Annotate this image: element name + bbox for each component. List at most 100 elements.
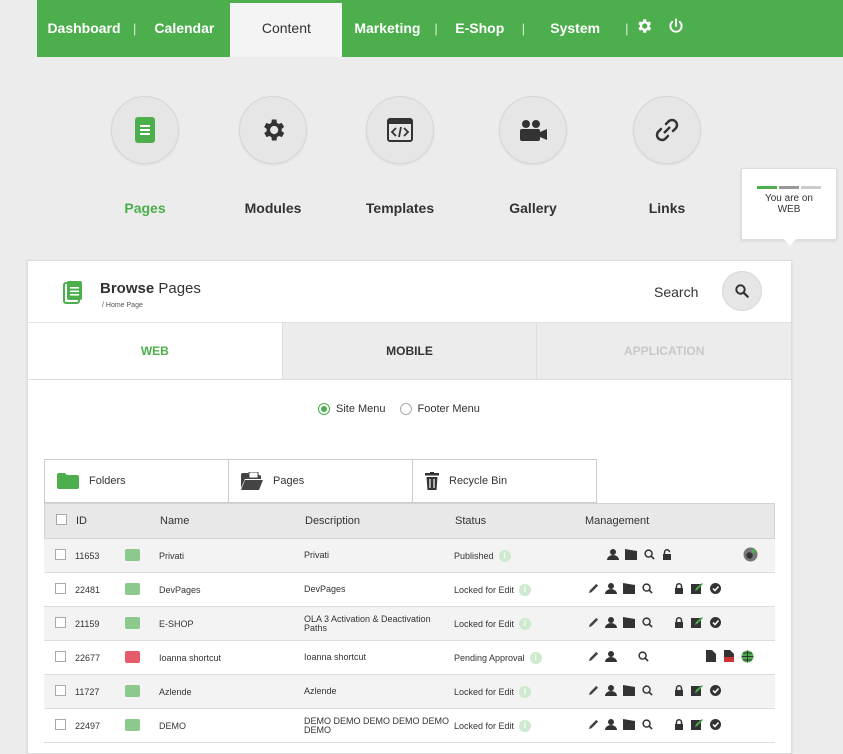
- search-icon[interactable]: [634, 650, 652, 665]
- unlock-icon[interactable]: [658, 548, 676, 563]
- info-icon[interactable]: i: [519, 583, 532, 596]
- user-icon[interactable]: [602, 718, 620, 733]
- tab-pages[interactable]: Pages: [228, 459, 413, 503]
- row-checkbox[interactable]: [55, 651, 69, 664]
- pages-module-circle[interactable]: [111, 96, 179, 164]
- row-checkbox[interactable]: [55, 549, 69, 562]
- row-name[interactable]: Ioanna shortcut: [159, 653, 304, 663]
- top-navigation-bar: Dashboard | Calendar Content Marketing |…: [37, 0, 843, 57]
- search-button[interactable]: [722, 271, 762, 311]
- nav-separator: |: [521, 21, 526, 36]
- modules-module-circle[interactable]: [239, 96, 307, 164]
- links-module-circle[interactable]: [633, 96, 701, 164]
- search-icon[interactable]: [638, 582, 656, 597]
- nav-dashboard[interactable]: Dashboard: [37, 0, 131, 57]
- check-circle-icon[interactable]: [706, 684, 724, 699]
- edit-pencil-icon[interactable]: [584, 583, 602, 597]
- table-row[interactable]: 22481 DevPages DevPages Locked for Edit i: [44, 573, 775, 607]
- lock-icon[interactable]: [670, 718, 688, 733]
- row-name[interactable]: DevPages: [159, 585, 304, 595]
- panel-header: Browse Pages / Home Page Search: [28, 261, 791, 323]
- tab-web[interactable]: WEB: [28, 323, 282, 379]
- search-icon[interactable]: [638, 616, 656, 631]
- info-icon[interactable]: i: [519, 617, 532, 630]
- check-circle-icon[interactable]: [706, 582, 724, 597]
- movie-icon[interactable]: [622, 548, 640, 563]
- edit-pencil-icon[interactable]: [584, 719, 602, 733]
- table-row[interactable]: 11653 Privati Privati Published i: [44, 539, 775, 573]
- edit-pencil-icon[interactable]: [584, 651, 602, 665]
- row-checkbox[interactable]: [55, 583, 69, 596]
- edit-approve-icon[interactable]: [688, 718, 706, 733]
- table-row[interactable]: 11727 Azlende Azlende Locked for Edit i: [44, 675, 775, 709]
- nav-content[interactable]: Content: [230, 0, 343, 57]
- info-icon[interactable]: i: [498, 549, 511, 562]
- check-circle-icon[interactable]: [706, 616, 724, 631]
- tab-folders[interactable]: Folders: [44, 459, 229, 503]
- row-checkbox[interactable]: [55, 685, 69, 698]
- col-status[interactable]: Status: [455, 515, 585, 527]
- movie-icon[interactable]: [620, 616, 638, 631]
- module-modules[interactable]: Modules: [223, 96, 323, 216]
- site-menu-radio[interactable]: Site Menu: [318, 403, 386, 415]
- edit-approve-icon[interactable]: [688, 616, 706, 631]
- movie-icon[interactable]: [620, 718, 638, 733]
- select-all-checkbox[interactable]: [56, 514, 70, 528]
- search-icon[interactable]: [638, 718, 656, 733]
- check-circle-icon[interactable]: [706, 718, 724, 733]
- nav-marketing[interactable]: Marketing: [342, 0, 432, 57]
- status-badge-icon[interactable]: [740, 547, 760, 565]
- user-icon[interactable]: [602, 684, 620, 699]
- search-icon[interactable]: [640, 548, 658, 563]
- module-gallery[interactable]: Gallery: [483, 96, 583, 216]
- tab-mobile[interactable]: MOBILE: [281, 323, 537, 379]
- edit-approve-icon[interactable]: [688, 582, 706, 597]
- globe-icon[interactable]: [738, 650, 756, 666]
- search-icon[interactable]: [638, 684, 656, 699]
- col-description[interactable]: Description: [305, 515, 455, 526]
- info-icon[interactable]: i: [529, 651, 542, 664]
- movie-icon[interactable]: [620, 582, 638, 597]
- edit-pencil-icon[interactable]: [584, 685, 602, 699]
- user-icon[interactable]: [602, 616, 620, 631]
- power-icon[interactable]: [663, 17, 689, 41]
- col-name[interactable]: Name: [160, 515, 305, 527]
- user-icon[interactable]: [604, 548, 622, 563]
- lock-icon[interactable]: [670, 684, 688, 699]
- row-name[interactable]: Azlende: [159, 687, 304, 697]
- row-checkbox[interactable]: [55, 617, 69, 630]
- module-templates[interactable]: Templates: [350, 96, 450, 216]
- lock-icon[interactable]: [670, 616, 688, 631]
- open-folder-icon: [241, 472, 263, 490]
- breadcrumb[interactable]: / Home Page: [102, 302, 143, 309]
- row-name[interactable]: Privati: [159, 551, 304, 561]
- user-icon[interactable]: [602, 650, 620, 665]
- gallery-module-circle[interactable]: [499, 96, 567, 164]
- table-row[interactable]: 22497 DEMO DEMO DEMO DEMO DEMO DEMO DEMO Lo…: [44, 709, 775, 743]
- row-name[interactable]: E-SHOP: [159, 619, 304, 629]
- module-pages[interactable]: Pages: [95, 96, 195, 216]
- nav-system[interactable]: System: [527, 0, 623, 57]
- lock-icon[interactable]: [670, 582, 688, 597]
- row-management-actions: [584, 582, 775, 597]
- settings-gear-icon[interactable]: [631, 17, 657, 41]
- page-red-icon[interactable]: [720, 650, 738, 665]
- col-id[interactable]: ID: [70, 515, 126, 527]
- user-icon[interactable]: [602, 582, 620, 597]
- table-row[interactable]: 22677 Ioanna shortcut Ioanna shortcut Pendi…: [44, 641, 775, 675]
- nav-eshop[interactable]: E-Shop: [440, 0, 520, 57]
- edit-approve-icon[interactable]: [688, 684, 706, 699]
- row-name[interactable]: DEMO: [159, 721, 304, 731]
- row-checkbox[interactable]: [55, 719, 69, 732]
- info-icon[interactable]: i: [519, 719, 532, 732]
- movie-icon[interactable]: [620, 684, 638, 699]
- tab-recycle-bin[interactable]: Recycle Bin: [412, 459, 597, 503]
- page-icon[interactable]: [702, 650, 720, 665]
- nav-calendar[interactable]: Calendar: [138, 0, 230, 57]
- templates-module-circle[interactable]: [366, 96, 434, 164]
- module-links[interactable]: Links: [617, 96, 717, 216]
- info-icon[interactable]: i: [519, 685, 532, 698]
- footer-menu-radio[interactable]: Footer Menu: [399, 403, 480, 415]
- table-row[interactable]: 21159 E-SHOP OLA 3 Activation & Deactivati…: [44, 607, 775, 641]
- edit-pencil-icon[interactable]: [584, 617, 602, 631]
